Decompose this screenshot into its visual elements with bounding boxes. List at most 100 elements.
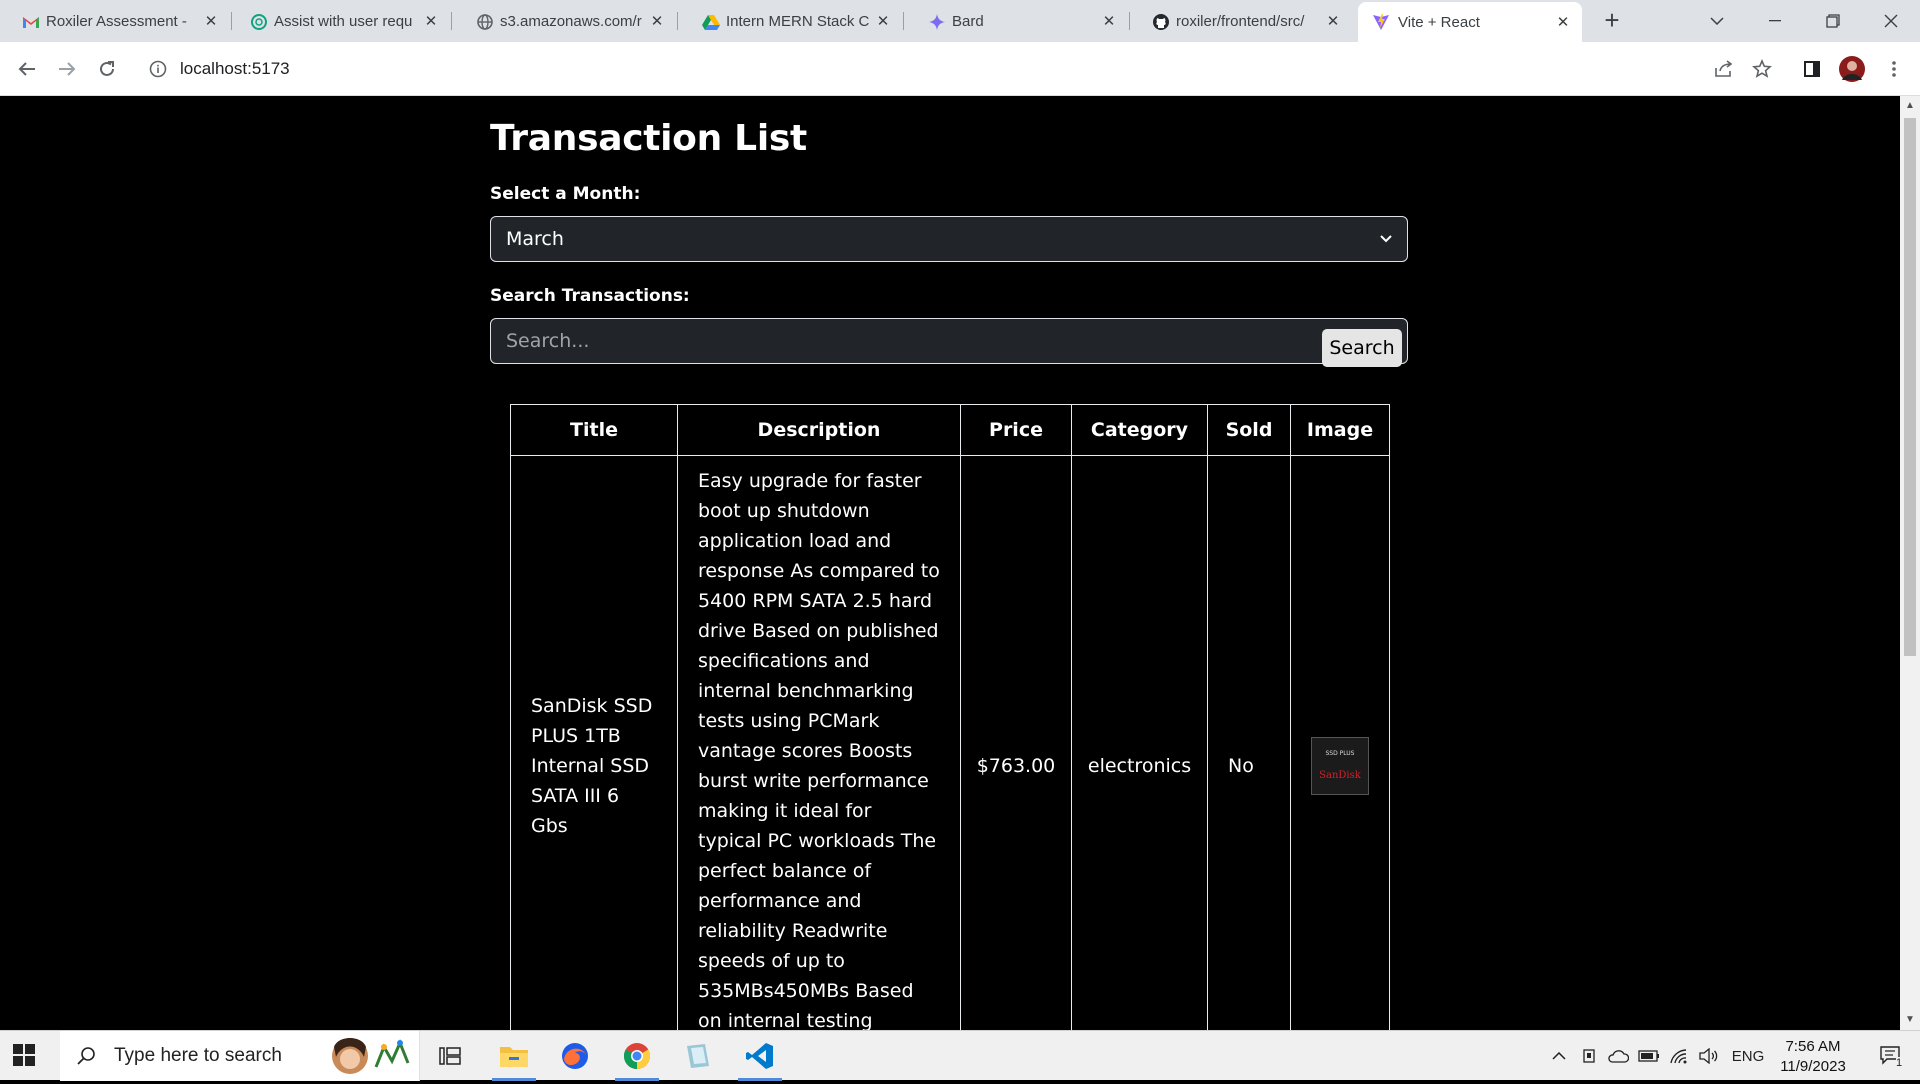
minimize-icon [1769,20,1781,22]
close-icon[interactable]: ✕ [202,12,220,30]
search-button[interactable]: Search [1322,329,1402,367]
close-icon[interactable]: ✕ [422,12,440,30]
task-view-button[interactable] [426,1036,474,1076]
bard-icon [928,13,946,31]
browser-toolbar: localhost:5173 [0,42,1920,96]
month-label: Select a Month: [490,184,641,204]
tab-label: Bard [952,12,984,30]
taskbar-search-box[interactable]: Type here to search [60,1031,420,1081]
tray-language[interactable]: ENG [1728,1031,1768,1081]
restore-button[interactable] [1810,0,1856,42]
tab-s3-amazonaws[interactable]: s3.amazonaws.com/r ✕ [476,6,678,36]
notification-count-badge: 1 [1896,1057,1903,1069]
close-icon[interactable]: ✕ [1324,12,1342,30]
chrome-icon [623,1043,651,1070]
taskbar-firefox[interactable] [551,1036,599,1076]
tab-roxiler-assessment[interactable]: Roxiler Assessment - ✕ [22,6,232,36]
column-header-category: Category [1071,404,1208,456]
page-scrollbar[interactable]: ▲ ▼ [1900,96,1920,1030]
forward-button[interactable] [53,55,81,83]
new-tab-button[interactable]: + [1598,6,1626,34]
taskbar-app[interactable] [674,1036,722,1076]
show-hidden-icons-button[interactable] [1548,1031,1570,1081]
tab-intern-mern-stack[interactable]: Intern MERN Stack C ✕ [702,6,904,36]
reload-icon [100,61,114,76]
tab-label: Intern MERN Stack C [726,12,870,30]
browser-tab-strip: Roxiler Assessment - ✕ Assist with user … [0,0,1920,42]
volume-icon [1699,1048,1718,1064]
tab-separator [231,12,232,30]
back-button[interactable] [13,55,41,83]
tray-wifi-button[interactable] [1666,1031,1692,1081]
column-header-sold: Sold [1207,404,1291,456]
taskbar-clock[interactable]: 7:56 AM 11/9/2023 [1764,1037,1862,1077]
tab-vite-react[interactable]: Vite + React ✕ [1358,2,1582,42]
tab-label: Vite + React [1398,13,1480,31]
month-select[interactable]: March [490,216,1408,262]
column-header-title: Title [510,404,678,456]
column-header-description: Description [677,404,961,456]
close-icon[interactable]: ✕ [1100,12,1118,30]
tab-github-roxiler[interactable]: roxiler/frontend/src/ ✕ [1152,6,1352,36]
tab-assist-with-user[interactable]: Assist with user requ ✕ [250,6,452,36]
table-header-row: Title Description Price Category Sold Im… [510,404,1390,456]
tab-separator [451,12,452,30]
search-label: Search Transactions: [490,286,690,306]
product-image-brand-text: SanDisk [1319,770,1361,781]
address-bar[interactable]: localhost:5173 [136,51,1696,87]
transactions-table: Title Description Price Category Sold Im… [510,404,1390,1030]
tab-label: Assist with user requ [274,12,413,30]
google-drive-icon [702,13,720,31]
search-highlight-illustration-icon [328,1033,416,1079]
tray-onedrive-button[interactable] [1606,1031,1630,1081]
bookmark-button[interactable] [1748,55,1776,83]
taskbar-chrome[interactable] [613,1036,661,1081]
scroll-down-icon[interactable]: ▼ [1904,1014,1916,1026]
info-icon[interactable] [148,59,168,79]
column-header-image: Image [1290,404,1390,456]
product-image-top-text: SSD PLUS [1325,750,1355,757]
chevron-down-icon [1380,235,1392,243]
tray-volume-button[interactable] [1696,1031,1722,1081]
table-row: SanDisk SSD PLUS 1TB Internal SSD SATA I… [510,455,1390,1030]
taskbar-file-explorer[interactable] [490,1036,538,1081]
scrollbar-thumb[interactable] [1904,118,1916,656]
firefox-icon [562,1043,588,1069]
profile-avatar[interactable] [1838,55,1866,83]
tab-separator [903,12,904,30]
arrow-right-icon [59,62,76,76]
menu-button[interactable] [1880,55,1908,83]
notification-center-button[interactable]: 1 [1866,1031,1916,1081]
close-window-button[interactable] [1868,0,1914,42]
share-icon [1715,60,1733,77]
tray-device-button[interactable] [1578,1031,1600,1081]
minimize-button[interactable] [1752,0,1798,42]
windows-taskbar: Type here to search ENG 7:56 AM 11/9/202… [0,1030,1920,1081]
side-panel-icon [1804,61,1820,77]
tab-label: s3.amazonaws.com/r [500,12,642,30]
search-input[interactable] [491,319,1311,363]
arrow-left-icon [18,62,35,76]
reload-button[interactable] [93,55,121,83]
page-title: Transaction List [490,118,807,159]
close-icon[interactable]: ✕ [648,12,666,30]
star-icon [1752,59,1772,78]
start-button[interactable] [12,1043,36,1067]
battery-icon [1638,1050,1659,1062]
chevron-up-icon [1552,1052,1566,1060]
side-panel-button[interactable] [1798,55,1826,83]
taskbar-vscode[interactable] [736,1036,784,1081]
cell-category: electronics [1071,455,1208,1030]
share-button[interactable] [1710,55,1738,83]
tab-search-button[interactable] [1694,0,1740,42]
close-icon[interactable]: ✕ [874,12,892,30]
column-header-price: Price [960,404,1072,456]
task-view-icon [439,1047,461,1065]
tab-label: Roxiler Assessment - [46,12,187,30]
tab-bard[interactable]: Bard ✕ [928,6,1130,36]
device-icon [1583,1049,1595,1063]
avatar-icon [1839,56,1865,82]
close-icon[interactable]: ✕ [1554,13,1572,31]
tray-battery-button[interactable] [1636,1031,1662,1081]
scroll-up-icon[interactable]: ▲ [1904,100,1916,112]
